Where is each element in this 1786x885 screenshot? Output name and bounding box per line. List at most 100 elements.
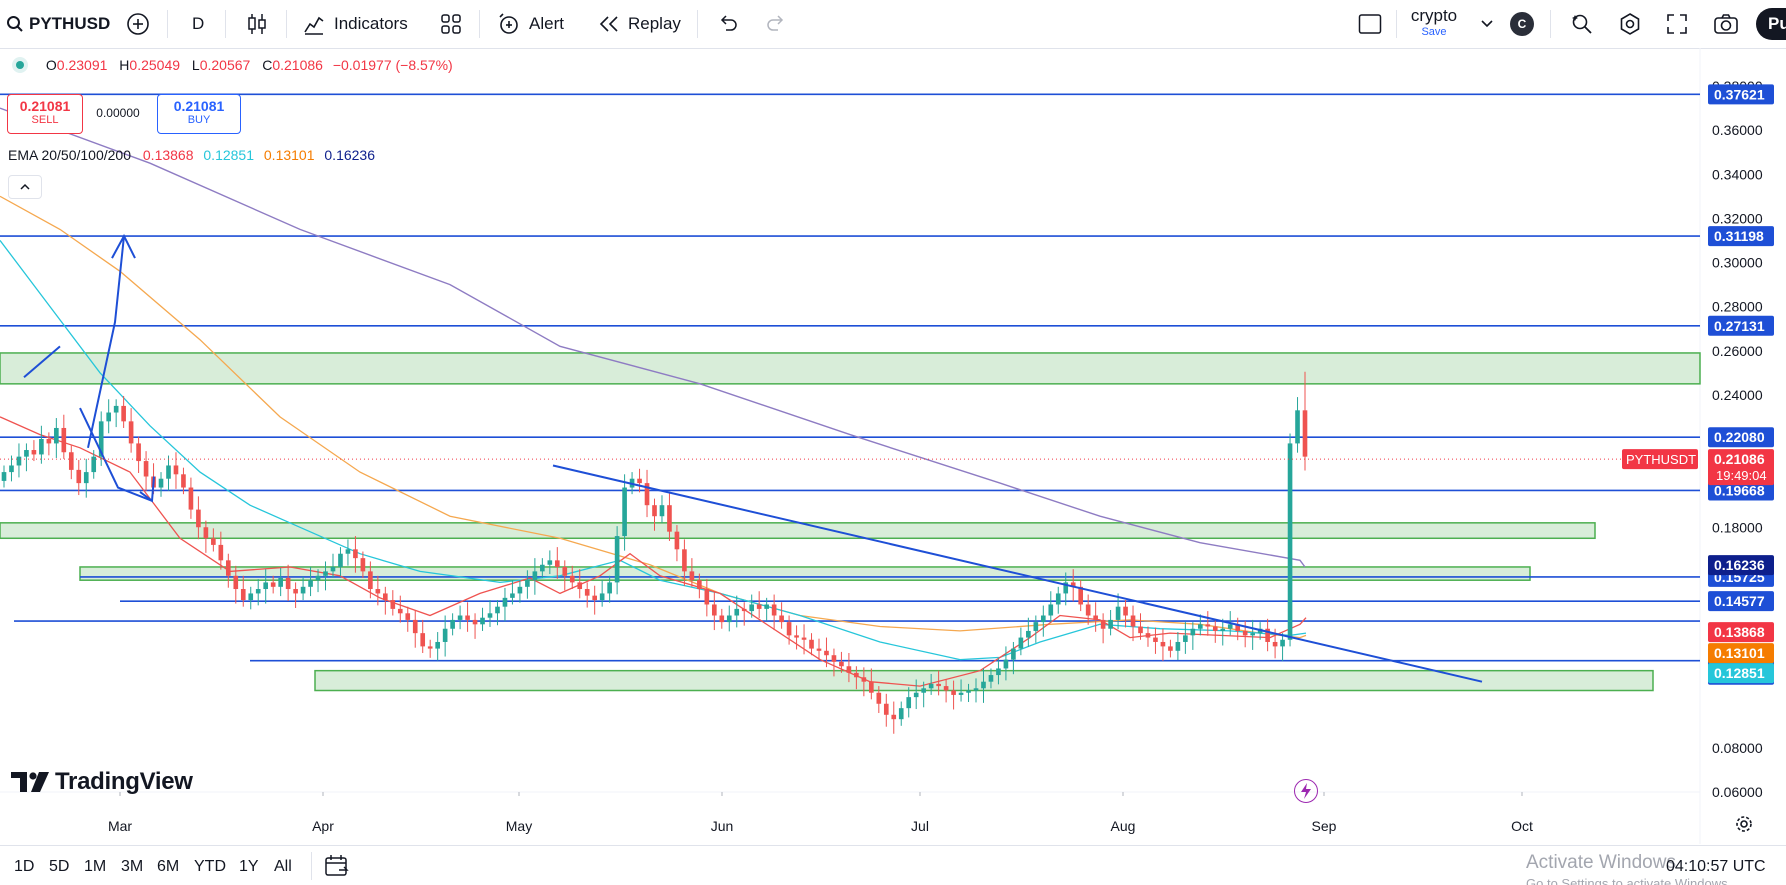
candle-body[interactable] bbox=[824, 650, 829, 656]
candle-body[interactable] bbox=[338, 553, 343, 567]
candle-body[interactable] bbox=[1190, 628, 1196, 636]
candle-body[interactable] bbox=[801, 637, 807, 640]
chart-area[interactable]: 0.380000.360000.340000.320000.300000.280… bbox=[0, 48, 1786, 844]
candle-body[interactable] bbox=[68, 452, 74, 470]
account-avatar[interactable]: C bbox=[1510, 12, 1534, 36]
collapse-legend-button[interactable] bbox=[8, 175, 42, 199]
candle-body[interactable] bbox=[547, 560, 553, 565]
candle-body[interactable] bbox=[1272, 641, 1278, 647]
candle-body[interactable] bbox=[674, 531, 680, 550]
candle-body[interactable] bbox=[61, 427, 67, 453]
candle-body[interactable] bbox=[928, 683, 934, 689]
candle-body[interactable] bbox=[106, 412, 111, 422]
candle-body[interactable] bbox=[1085, 604, 1091, 616]
candle-body[interactable] bbox=[248, 593, 254, 601]
candle-body[interactable] bbox=[981, 681, 986, 689]
candle-body[interactable] bbox=[487, 613, 493, 618]
candle-body[interactable] bbox=[158, 478, 164, 488]
candle-body[interactable] bbox=[951, 690, 956, 695]
candle-body[interactable] bbox=[263, 582, 269, 590]
candle-body[interactable] bbox=[794, 635, 799, 638]
chart-settings-gear[interactable] bbox=[1734, 814, 1754, 839]
candle-body[interactable] bbox=[1055, 593, 1061, 605]
candle-body[interactable] bbox=[697, 580, 702, 590]
go-to-date-button[interactable] bbox=[324, 854, 350, 883]
candle-body[interactable] bbox=[921, 688, 926, 693]
candle-body[interactable] bbox=[1003, 659, 1009, 669]
candle-body[interactable] bbox=[308, 580, 313, 587]
candle-body[interactable] bbox=[9, 465, 14, 473]
candle-body[interactable] bbox=[1018, 637, 1024, 649]
candle-body[interactable] bbox=[457, 615, 463, 620]
candle-body[interactable] bbox=[128, 421, 134, 444]
candle-body[interactable] bbox=[480, 617, 485, 625]
candle-body[interactable] bbox=[711, 604, 717, 616]
candle-body[interactable] bbox=[233, 575, 239, 590]
candle-body[interactable] bbox=[1130, 615, 1136, 627]
candle-body[interactable] bbox=[495, 606, 500, 614]
candle-body[interactable] bbox=[1, 472, 7, 481]
candle-body[interactable] bbox=[435, 641, 440, 649]
candle-body[interactable] bbox=[121, 405, 126, 422]
candle-body[interactable] bbox=[682, 549, 687, 572]
candle-body[interactable] bbox=[196, 509, 201, 528]
candle-body[interactable] bbox=[1168, 646, 1173, 651]
candle-body[interactable] bbox=[719, 615, 725, 623]
range-6m[interactable]: 6M bbox=[157, 858, 179, 876]
indicators-button[interactable]: Indicators bbox=[302, 0, 408, 48]
candle-body[interactable] bbox=[973, 688, 979, 691]
candle-body[interactable] bbox=[599, 593, 605, 601]
candle-body[interactable] bbox=[472, 619, 478, 625]
candle-body[interactable] bbox=[54, 427, 59, 444]
candle-body[interactable] bbox=[996, 668, 1001, 676]
drawing-arrow-path[interactable] bbox=[87, 235, 125, 449]
candle-body[interactable] bbox=[16, 456, 22, 466]
support-resistance-zone[interactable] bbox=[0, 352, 1701, 385]
candle-body[interactable] bbox=[741, 608, 747, 612]
redo-button[interactable] bbox=[766, 0, 786, 48]
candle-body[interactable] bbox=[756, 604, 762, 609]
buy-button[interactable]: 0.21081 BUY bbox=[157, 94, 241, 134]
range-ytd[interactable]: YTD bbox=[194, 858, 226, 876]
candle-body[interactable] bbox=[375, 589, 381, 594]
candle-body[interactable] bbox=[1123, 606, 1128, 616]
candle-body[interactable] bbox=[1220, 628, 1226, 631]
candle-body[interactable] bbox=[76, 469, 82, 484]
candle-body[interactable] bbox=[181, 474, 186, 488]
candle-body[interactable] bbox=[39, 439, 44, 455]
candle-body[interactable] bbox=[854, 672, 859, 678]
candle-body[interactable] bbox=[525, 580, 530, 587]
candle-body[interactable] bbox=[345, 549, 351, 554]
candle-body[interactable] bbox=[465, 615, 470, 620]
candle-body[interactable] bbox=[315, 575, 321, 581]
layout-menu-button[interactable] bbox=[1480, 0, 1494, 48]
candle-body[interactable] bbox=[779, 615, 784, 623]
candle-body[interactable] bbox=[405, 613, 411, 620]
candle-body[interactable] bbox=[704, 589, 710, 605]
candle-body[interactable] bbox=[255, 589, 261, 594]
candle-body[interactable] bbox=[1048, 604, 1054, 616]
range-1d[interactable]: 1D bbox=[14, 858, 34, 876]
candle-body[interactable] bbox=[764, 604, 769, 609]
candle-body[interactable] bbox=[270, 582, 276, 587]
candle-body[interactable] bbox=[734, 608, 740, 616]
candle-body[interactable] bbox=[659, 505, 665, 517]
candle-body[interactable] bbox=[1108, 619, 1113, 629]
candle-body[interactable] bbox=[412, 619, 418, 634]
ema-legend[interactable]: EMA 20/50/100/200 0.13868 0.12851 0.1310… bbox=[8, 147, 375, 163]
candle-body[interactable] bbox=[502, 597, 508, 607]
candle-body[interactable] bbox=[1250, 633, 1255, 636]
candle-body[interactable] bbox=[323, 571, 328, 576]
candle-body[interactable] bbox=[689, 571, 695, 581]
candle-body[interactable] bbox=[577, 582, 583, 590]
candle-body[interactable] bbox=[943, 686, 949, 691]
quick-search-button[interactable] bbox=[1570, 0, 1594, 48]
candle-body[interactable] bbox=[113, 405, 119, 413]
candle-body[interactable] bbox=[1205, 624, 1211, 627]
candle-body[interactable] bbox=[562, 566, 568, 576]
candle-body[interactable] bbox=[831, 655, 837, 662]
candle-body[interactable] bbox=[1183, 635, 1188, 642]
candle-body[interactable] bbox=[1212, 626, 1218, 631]
candle-body[interactable] bbox=[173, 465, 179, 475]
candle-body[interactable] bbox=[786, 622, 792, 636]
